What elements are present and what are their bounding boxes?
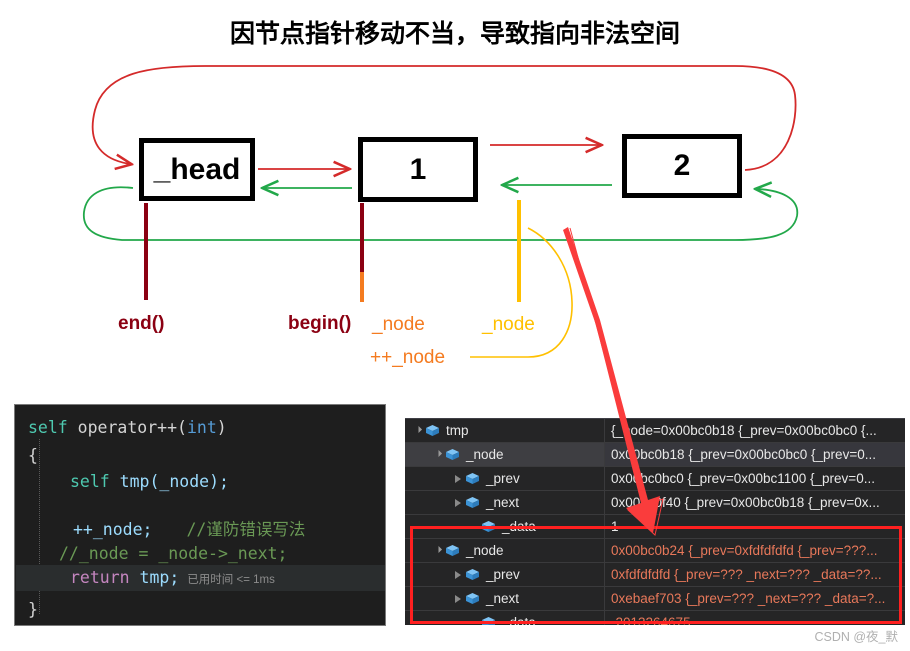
expander-open-icon[interactable]	[411, 419, 425, 442]
node-box-two: 2	[622, 134, 742, 198]
watch-row-list: tmp {_node=0x00bc0b18 {_prev=0x00bc0bc0 {…	[405, 419, 905, 625]
watch-variable-name: _node	[466, 543, 504, 558]
expander-open-icon[interactable]	[431, 443, 445, 466]
expander-collapsed-icon[interactable]	[451, 467, 465, 490]
watch-variable-name: _prev	[486, 471, 520, 486]
code-line-commented-out: //_node = _node->_next;	[59, 545, 287, 563]
code-line-close-brace: }	[28, 601, 38, 619]
elapsed-time-hint: 已用时间 <= 1ms	[187, 574, 275, 586]
screenshot-root: 因节点指针移动不当，导致指向非法空间 _head 1 2 end() begin…	[0, 0, 910, 651]
code-token-brace: {	[28, 446, 38, 465]
watch-row-name-cell: _prev	[405, 563, 605, 586]
watch-row-name-cell: _next	[405, 491, 605, 514]
label-begin: begin()	[288, 313, 352, 334]
variable-cube-icon	[465, 568, 480, 581]
watch-row[interactable]: _node 0x00bc0b24 {_prev=0xfdfdfdfd {_prev…	[405, 539, 905, 563]
code-token-expr: ++_node;	[73, 520, 153, 539]
code-line-tmp-decl: self tmp(_node);	[70, 473, 229, 491]
variable-cube-icon	[445, 544, 460, 557]
code-line-open-brace: {	[28, 447, 38, 465]
debugger-watch-panel[interactable]: tmp {_node=0x00bc0b18 {_prev=0x00bc0bc0 {…	[405, 418, 905, 625]
watch-variable-name: _data	[502, 615, 536, 625]
variable-cube-icon	[465, 592, 480, 605]
watch-row[interactable]: _data 1	[405, 515, 905, 539]
watch-row-name-cell: _data	[405, 515, 605, 538]
variable-cube-icon	[465, 496, 480, 509]
watch-row-name-cell: _prev	[405, 467, 605, 490]
watch-variable-value: -2013264675	[611, 615, 691, 625]
watch-variable-value: 0xebaef703 {_prev=??? _next=??? _data=?.…	[611, 591, 886, 606]
watch-row-name-cell: tmp	[405, 419, 605, 442]
page-title: 因节点指针移动不当，导致指向非法空间	[229, 20, 680, 48]
code-token-type: self	[28, 418, 68, 437]
watch-row[interactable]: _prev 0x00bc0bc0 {_prev=0x00bc1100 {_prev…	[405, 467, 905, 491]
code-token-param: int	[186, 418, 217, 437]
watch-variable-name: _data	[502, 519, 536, 534]
watch-row-name-cell: _node	[405, 443, 605, 466]
watch-variable-value: 0x00bc0f40 {_prev=0x00bc0b18 {_prev=0x..…	[611, 495, 880, 510]
node-label: _head	[153, 152, 241, 186]
watch-variable-value: 0x00bc0bc0 {_prev=0x00bc1100 {_prev=0...	[611, 471, 875, 486]
label-node-yellow: _node	[482, 314, 535, 335]
code-editor-panel[interactable]: self operator++(int) { self tmp(_node); …	[14, 404, 386, 626]
expander-open-icon[interactable]	[431, 539, 445, 562]
node-label: 1	[409, 152, 427, 186]
watch-row-name-cell: _next	[405, 587, 605, 610]
code-token-comment: //_node = _node->_next;	[59, 544, 288, 563]
watermark: CSDN @夜_默	[814, 630, 898, 644]
code-token-expr: tmp;	[129, 568, 180, 587]
expander-placeholder	[467, 515, 481, 538]
variable-cube-icon	[425, 424, 440, 437]
watch-row[interactable]: _next 0x00bc0f40 {_prev=0x00bc0b18 {_prev…	[405, 491, 905, 515]
code-token-paren: )	[216, 418, 227, 437]
code-token-name: operator++(	[67, 418, 187, 437]
label-incr-node: ++_node	[370, 347, 446, 368]
node-box-one: 1	[358, 137, 478, 202]
code-token-brace: }	[28, 600, 38, 619]
watch-variable-value: 0xfdfdfdfd {_prev=??? _next=??? _data=??…	[611, 567, 882, 582]
expander-collapsed-icon[interactable]	[451, 563, 465, 586]
incr-node-curve	[470, 227, 573, 358]
code-line-return: return tmp; 已用时间 <= 1ms	[70, 569, 275, 589]
label-node-orange: _node	[372, 314, 425, 335]
watch-row[interactable]: _prev 0xfdfdfdfd {_prev=??? _next=??? _da…	[405, 563, 905, 587]
code-token-type: self	[70, 472, 110, 491]
watch-variable-value: {_node=0x00bc0b18 {_prev=0x00bc0bc0 {...	[611, 423, 877, 438]
watch-variable-value: 1	[611, 519, 619, 534]
watch-row[interactable]: tmp {_node=0x00bc0b18 {_prev=0x00bc0bc0 {…	[405, 419, 905, 443]
expander-collapsed-icon[interactable]	[451, 491, 465, 514]
code-line-increment: ++_node; //谨防错误写法	[73, 521, 305, 539]
expander-placeholder	[467, 611, 481, 625]
label-end: end()	[118, 313, 165, 334]
watch-variable-name: tmp	[446, 423, 469, 438]
code-token-expr: tmp(_node);	[109, 472, 229, 491]
watch-row-name-cell: _data	[405, 611, 605, 625]
watch-variable-value: 0x00bc0b24 {_prev=0xfdfdfdfd {_prev=???.…	[611, 543, 878, 558]
variable-cube-icon	[445, 448, 460, 461]
watch-variable-name: _next	[486, 591, 520, 606]
variable-cube-icon	[481, 616, 496, 625]
node-box-head: _head	[139, 138, 255, 201]
watch-row[interactable]: _data -2013264675	[405, 611, 905, 625]
code-token-keyword: return	[70, 568, 130, 587]
variable-cube-icon	[465, 472, 480, 485]
watch-variable-name: _node	[466, 447, 504, 462]
expander-collapsed-icon[interactable]	[451, 587, 465, 610]
watch-variable-name: _next	[486, 495, 520, 510]
variable-cube-icon	[481, 520, 496, 533]
watch-variable-name: _prev	[486, 567, 520, 582]
watch-row-name-cell: _node	[405, 539, 605, 562]
node-label: 2	[673, 149, 691, 182]
watch-row[interactable]: _node 0x00bc0b18 {_prev=0x00bc0bc0 {_prev…	[405, 443, 905, 467]
watch-row[interactable]: _next 0xebaef703 {_prev=??? _next=??? _da…	[405, 587, 905, 611]
code-token-comment: //谨防错误写法	[186, 520, 306, 539]
watch-variable-value: 0x00bc0b18 {_prev=0x00bc0bc0 {_prev=0...	[611, 447, 876, 462]
code-line-signature: self operator++(int)	[28, 419, 227, 437]
